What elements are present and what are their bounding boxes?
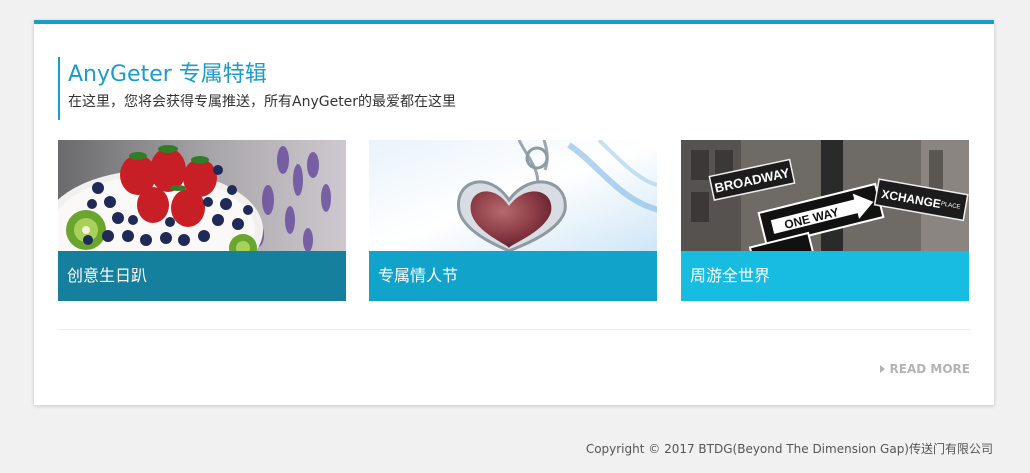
heart-pendant-image[interactable] bbox=[369, 140, 657, 251]
section-subtitle: 在这里，您将会获得专属推送，所有AnyGeter的最爱都在这里 bbox=[68, 94, 457, 110]
section-title: AnyGeter 专属特辑 bbox=[68, 62, 267, 87]
section-divider bbox=[58, 329, 970, 330]
card-birthday[interactable]: 创意生日趴 bbox=[58, 140, 346, 301]
card-label-bar[interactable]: 创意生日趴 bbox=[58, 251, 346, 301]
card-label-bar[interactable]: 专属情人节 bbox=[369, 251, 657, 301]
street-signs-image[interactable]: BROADWAY ONE WAY XCHANGE PLACE bbox=[681, 140, 969, 251]
section-heading: AnyGeter 专属特辑 在这里，您将会获得专属推送，所有AnyGeter的最… bbox=[58, 57, 456, 120]
footer-copyright: Copyright © 2017 BTDG(Beyond The Dimensi… bbox=[585, 442, 993, 456]
card-label[interactable]: 创意生日趴 bbox=[67, 265, 147, 287]
card-label[interactable]: 专属情人节 bbox=[378, 265, 458, 287]
card-travel[interactable]: BROADWAY ONE WAY XCHANGE PLACE 周游全世界 bbox=[681, 140, 969, 301]
card-valentine[interactable]: 专属情人节 bbox=[369, 140, 657, 301]
special-collection-panel: AnyGeter 专属特辑 在这里，您将会获得专属推送，所有AnyGeter的最… bbox=[34, 20, 994, 405]
read-more-label[interactable]: READ MORE bbox=[890, 362, 970, 376]
card-label[interactable]: 周游全世界 bbox=[690, 265, 770, 287]
card-label-bar[interactable]: 周游全世界 bbox=[681, 251, 969, 301]
birthday-cake-image[interactable] bbox=[58, 140, 346, 251]
caret-right-icon bbox=[879, 365, 885, 373]
read-more-link[interactable]: READ MORE bbox=[879, 362, 970, 376]
